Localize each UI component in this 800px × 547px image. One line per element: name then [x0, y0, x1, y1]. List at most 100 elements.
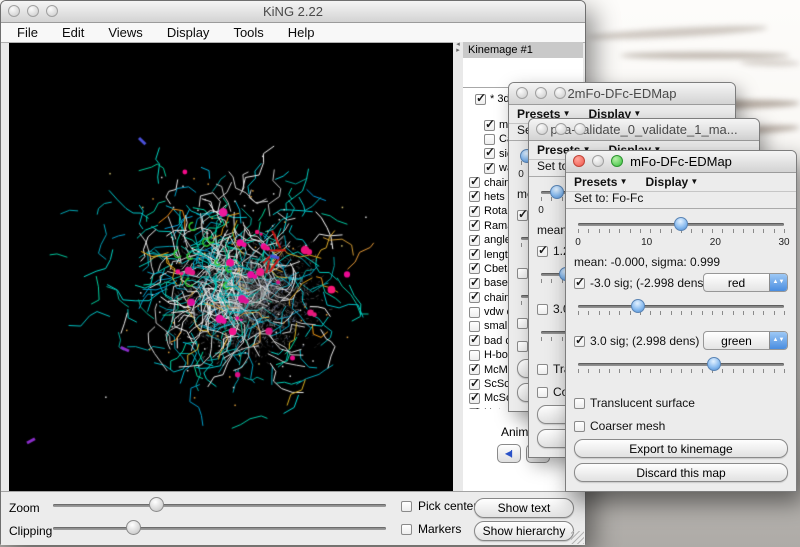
- group-checkbox[interactable]: [469, 408, 480, 409]
- close-button[interactable]: [573, 155, 585, 167]
- zoom-slider[interactable]: [53, 497, 386, 513]
- zoom-slider-thumb[interactable]: [149, 497, 164, 512]
- zoom-window-button[interactable]: [554, 87, 566, 99]
- show-text-button[interactable]: Show text: [474, 498, 574, 518]
- minimize-button[interactable]: [555, 123, 567, 135]
- clipping-slider-track: [53, 527, 386, 530]
- minimize-button[interactable]: [592, 155, 604, 167]
- group-checkbox[interactable]: [469, 220, 480, 231]
- level-checkbox[interactable]: [517, 210, 528, 221]
- group-checkbox[interactable]: [469, 249, 480, 260]
- close-button[interactable]: [516, 87, 528, 99]
- window-title: KiNG 2.22: [1, 4, 585, 19]
- zoom-window-button[interactable]: [611, 155, 623, 167]
- color-dropdown[interactable]: red▲▼: [703, 273, 788, 292]
- slider-thumb[interactable]: [674, 217, 688, 231]
- level-checkbox[interactable]: [517, 268, 528, 279]
- level-checkbox[interactable]: [537, 304, 548, 315]
- group-checkbox[interactable]: [484, 148, 495, 159]
- resize-grip[interactable]: [571, 531, 584, 544]
- menu-edit[interactable]: Edit: [50, 23, 96, 42]
- group-checkbox[interactable]: [475, 94, 486, 105]
- group-checkbox[interactable]: [484, 120, 495, 131]
- menu-file[interactable]: File: [5, 23, 50, 42]
- toggle-checkbox[interactable]: [517, 341, 528, 352]
- mean-value: mean: -0.000, sigma: 0.999: [574, 255, 720, 269]
- toggle-checkbox[interactable]: [574, 398, 585, 409]
- group-checkbox[interactable]: [469, 235, 480, 246]
- toggle-checkbox[interactable]: [574, 421, 585, 432]
- toggle-checkbox[interactable]: [537, 364, 548, 375]
- vertical-splitter[interactable]: ◂▸: [453, 42, 463, 491]
- edmap-menu-bar: Presets ▼ Display ▼: [566, 173, 796, 192]
- traffic-lights: [516, 87, 566, 99]
- close-button[interactable]: [536, 123, 548, 135]
- kinemage-list-item[interactable]: Kinemage #1: [463, 42, 583, 58]
- group-checkbox[interactable]: [484, 134, 495, 145]
- mean-sigma-text: mean: -0.000, sigma: 0.999: [574, 255, 788, 269]
- minimize-button[interactable]: [27, 5, 39, 17]
- minimize-button[interactable]: [535, 87, 547, 99]
- level-checkbox[interactable]: [574, 278, 585, 289]
- markers-checkbox[interactable]: [401, 524, 412, 535]
- menu-display[interactable]: Display: [155, 23, 222, 42]
- toggle-coarser-mesh[interactable]: Coarser mesh: [574, 419, 788, 433]
- king-main-window: KiNG 2.22 FileEditViewsDisplayToolsHelp …: [0, 0, 586, 544]
- slider-ticks: [578, 369, 784, 374]
- show-hierarchy-button[interactable]: Show hierarchy: [474, 521, 574, 541]
- group-checkbox[interactable]: [469, 364, 480, 375]
- toggle-translucent-surface[interactable]: Translucent surface: [574, 396, 788, 410]
- tick-label: 20: [710, 237, 721, 248]
- slider-thumb[interactable]: [707, 357, 721, 371]
- level-checkbox[interactable]: [537, 246, 548, 257]
- group-checkbox[interactable]: [469, 335, 480, 346]
- group-checkbox[interactable]: [469, 307, 480, 318]
- group-checkbox[interactable]: [469, 321, 480, 332]
- toggle-checkbox[interactable]: [537, 387, 548, 398]
- clipping-slider-thumb[interactable]: [126, 520, 141, 535]
- level-1-slider[interactable]: [578, 299, 784, 315]
- group-checkbox[interactable]: [469, 278, 480, 289]
- group-checkbox[interactable]: [469, 177, 480, 188]
- zoom-window-button[interactable]: [46, 5, 58, 17]
- level-2-slider[interactable]: [578, 357, 784, 373]
- group-checkbox[interactable]: [469, 379, 480, 390]
- set-to-value: Set to: Fo-Fc: [574, 191, 643, 205]
- edmap-window-mfo-dfc-edmap: mFo-DFc-EDMap Presets ▼ Display ▼Set to: F…: [565, 150, 797, 492]
- discard-this-map-button[interactable]: Discard this map: [574, 463, 788, 482]
- menu-tools[interactable]: Tools: [221, 23, 275, 42]
- zoom-window-button[interactable]: [574, 123, 586, 135]
- molecule-canvas[interactable]: [9, 43, 453, 491]
- level-checkbox[interactable]: [574, 336, 585, 347]
- menu-presets[interactable]: Presets ▼: [574, 175, 628, 189]
- chevron-down-icon: ▼: [631, 109, 641, 118]
- clipping-slider[interactable]: [53, 520, 386, 536]
- group-checkbox[interactable]: [469, 206, 480, 217]
- slider-thumb[interactable]: [631, 299, 645, 313]
- level-range-slider[interactable]: [578, 217, 784, 233]
- group-checkbox[interactable]: [469, 191, 480, 202]
- dropdown-stepper-icon: ▲▼: [769, 274, 787, 291]
- menu-label: Presets: [574, 175, 617, 189]
- group-checkbox[interactable]: [469, 263, 480, 274]
- edmap-titlebar[interactable]: mFo-DFc-EDMap: [566, 151, 796, 173]
- main-titlebar[interactable]: KiNG 2.22: [1, 1, 585, 23]
- group-checkbox[interactable]: [484, 163, 495, 174]
- edmap-titlebar[interactable]: 2mFo-DFc-EDMap: [509, 83, 735, 105]
- menu-display[interactable]: Display ▼: [646, 175, 699, 189]
- animate-prev-button[interactable]: ◀|: [497, 444, 521, 463]
- menu-help[interactable]: Help: [276, 23, 327, 42]
- export-to-kinemage-button[interactable]: Export to kinemage: [574, 439, 788, 458]
- color-dropdown[interactable]: green▲▼: [703, 331, 788, 350]
- chevron-down-icon: ▼: [560, 109, 570, 118]
- slider-track: [578, 363, 784, 366]
- zoom-label: Zoom: [9, 501, 40, 515]
- menu-views[interactable]: Views: [96, 23, 154, 42]
- group-checkbox[interactable]: [469, 292, 480, 303]
- pick-center-checkbox[interactable]: [401, 501, 412, 512]
- edmap-titlebar[interactable]: pka-validate_0_validate_1_ma...: [529, 119, 759, 141]
- group-checkbox[interactable]: [469, 350, 480, 361]
- close-button[interactable]: [8, 5, 20, 17]
- group-checkbox[interactable]: [469, 393, 480, 404]
- toggle-checkbox[interactable]: [517, 318, 528, 329]
